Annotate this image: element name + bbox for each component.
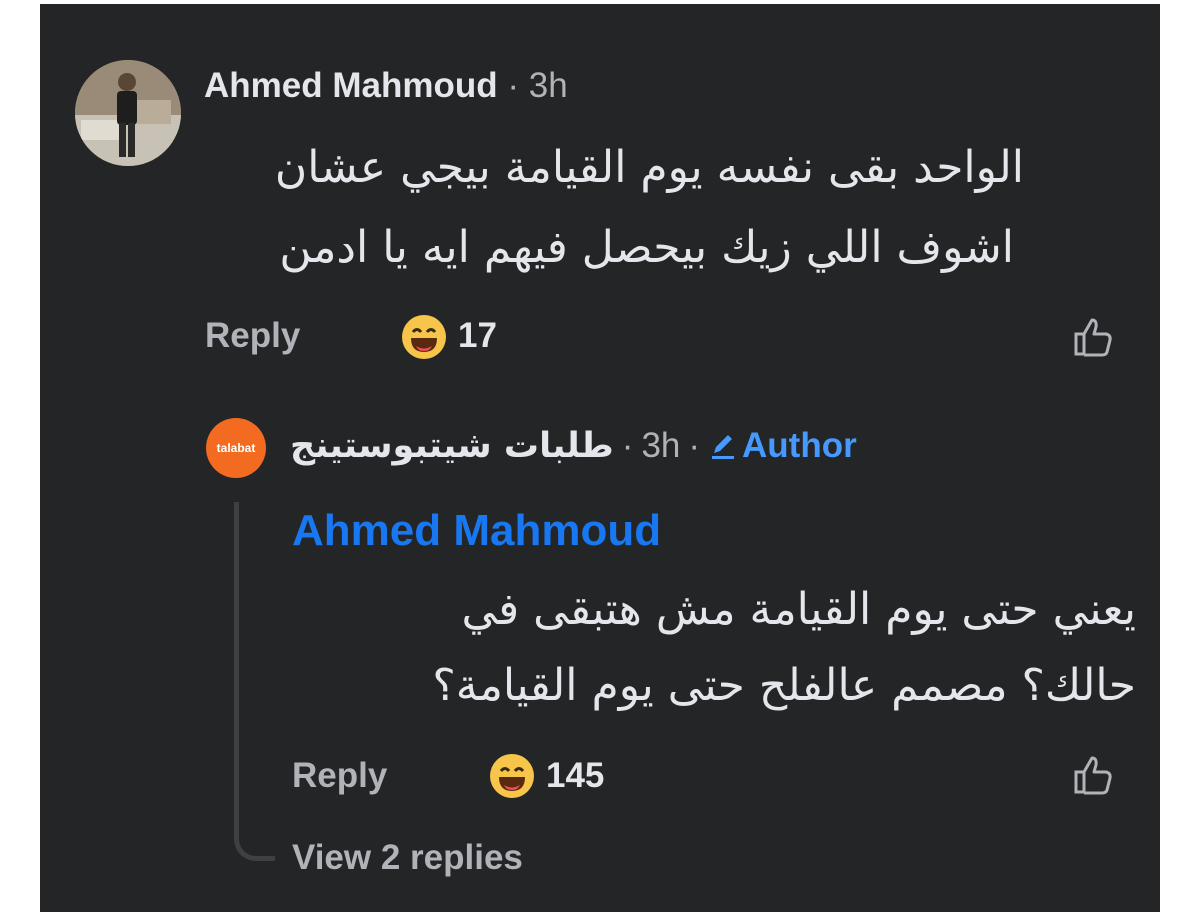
reply-button[interactable]: Reply [205,316,300,356]
separator: · [507,66,519,105]
like-icon[interactable] [1072,314,1116,358]
avatar[interactable] [75,60,181,166]
reply-button[interactable]: Reply [292,756,387,796]
mention-link[interactable]: Ahmed Mahmoud [292,506,661,556]
comment-time[interactable]: 3h [529,66,568,105]
author-name[interactable]: Ahmed Mahmoud [204,66,498,105]
reply-text-line-1: يعني حتى يوم القيامة مش هتبقى في [461,584,1136,635]
haha-emoji-icon[interactable] [488,752,536,805]
like-icon[interactable] [1072,752,1116,796]
avatar-photo [75,60,181,166]
separator: · [621,426,634,465]
thread-connector [234,502,275,861]
reply-text-line-2: حالك؟ مصمم عالفلح حتى يوم القيامة؟ [432,660,1136,711]
reply-time[interactable]: 3h [641,426,680,466]
page-name[interactable]: طلبات شيتبوستينج [290,426,614,466]
view-replies-link[interactable]: View 2 replies [292,838,523,878]
comment-header: Ahmed Mahmoud · 3h [204,66,568,106]
comment-text-line-1: الواحد بقى نفسه يوم القيامة بيجي عشان [274,142,1024,193]
reaction-count[interactable]: 17 [458,316,497,356]
page-avatar[interactable]: talabat [206,418,266,478]
reply-header: طلبات شيتبوستينج · 3h · Author [290,426,857,466]
author-badge: Author [708,426,857,466]
pencil-icon [712,435,735,459]
comment-text-line-2: اشوف اللي زيك بيحصل فيهم ايه يا ادمن [279,222,1014,273]
separator: · [688,426,701,465]
reaction-count[interactable]: 145 [546,756,604,796]
author-label: Author [742,426,857,465]
haha-emoji-icon[interactable] [400,313,448,366]
